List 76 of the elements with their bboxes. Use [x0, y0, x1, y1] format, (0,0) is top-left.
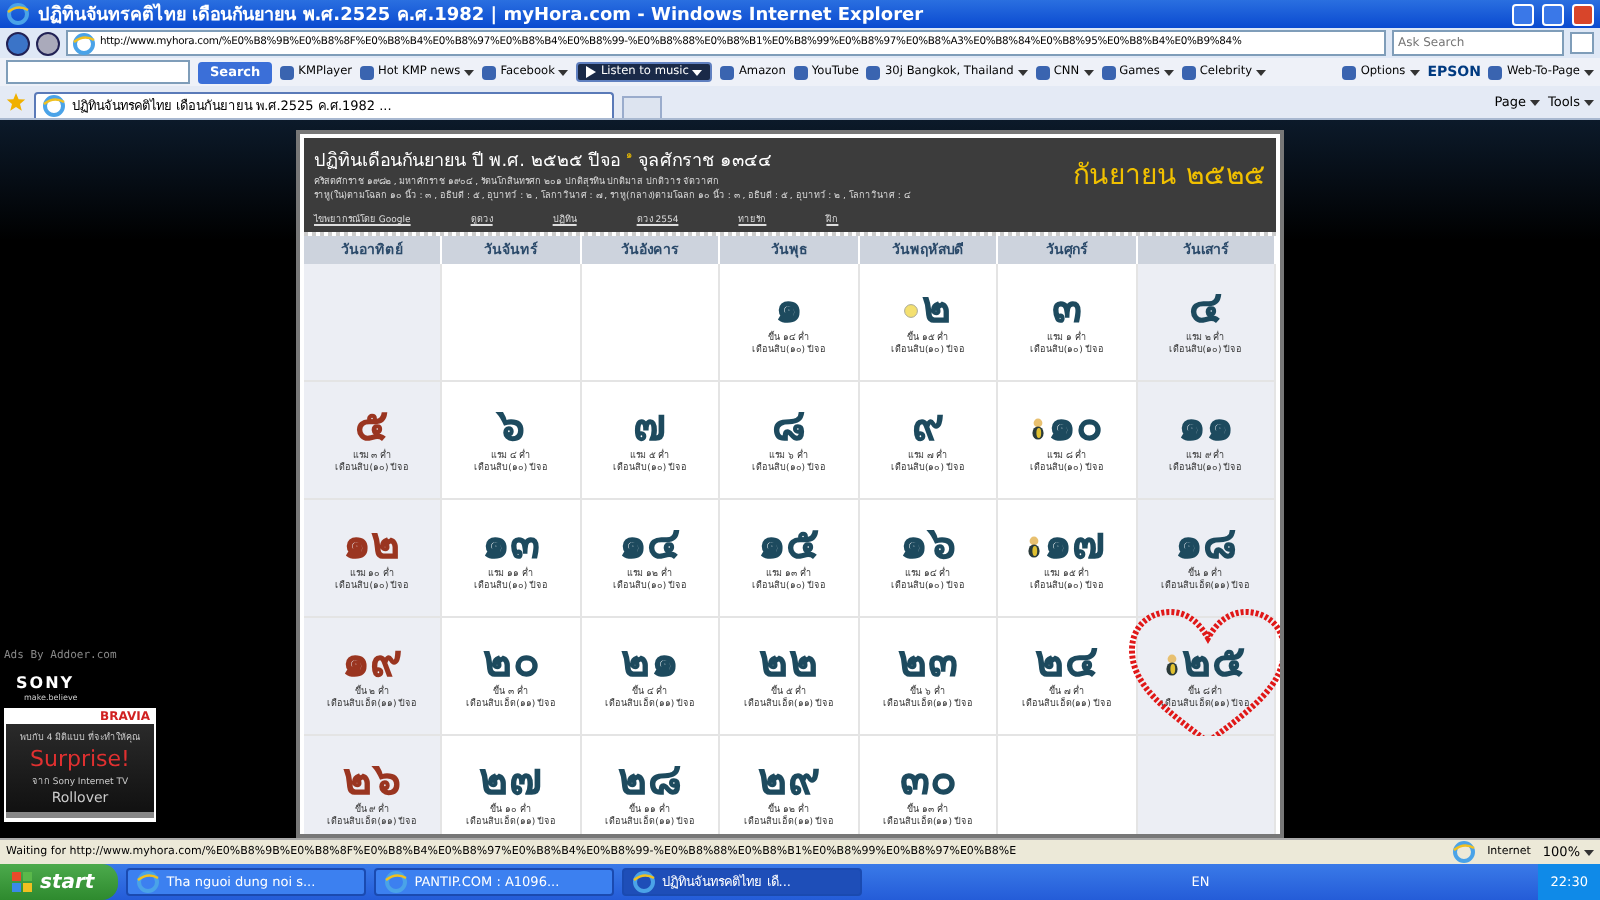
- day-number: ๒: [921, 286, 952, 334]
- day-number: ๒๔: [1034, 640, 1099, 688]
- star-icon[interactable]: [6, 92, 26, 112]
- day-number: ๙: [911, 404, 944, 452]
- caret-icon: [1083, 69, 1094, 75]
- day-number: ๑๒: [343, 522, 402, 570]
- app-icon: [280, 65, 295, 79]
- app-icon: [793, 65, 808, 79]
- day-number: ๒๘: [618, 758, 683, 806]
- play-icon: [586, 66, 597, 78]
- day-number: ๒๑: [621, 640, 680, 688]
- caret-icon: [1529, 99, 1540, 105]
- close-button[interactable]: [1572, 3, 1594, 25]
- calendar-title: ปฏิทินเดือนกันยายน ปี พ.ศ. ๒๕๒๕ ปีจอ $^{๑}$ จุลศักราช ๑๓๔๔: [314, 148, 774, 174]
- day-number: ๑๙: [342, 640, 403, 688]
- start-button[interactable]: start: [0, 864, 119, 900]
- page-icon: [42, 94, 66, 118]
- day-number: ๖: [497, 404, 526, 452]
- caret-icon: [1256, 69, 1267, 75]
- day-number: ๒๓: [897, 640, 958, 688]
- app-icon: [1342, 65, 1357, 79]
- toolbar-search-field[interactable]: [6, 60, 190, 84]
- day-number: ๑: [774, 286, 803, 334]
- caret-icon: [1163, 69, 1174, 75]
- search-button[interactable]: [1570, 32, 1594, 54]
- page-icon: [72, 31, 96, 55]
- caret-icon: [464, 69, 475, 75]
- brand-logo: SONY: [16, 674, 77, 692]
- app-icon: [1181, 65, 1196, 79]
- day-number: ๒๒: [758, 640, 819, 688]
- day-number: ๒๙: [757, 758, 820, 806]
- app-icon: [360, 65, 375, 79]
- caret-icon: [1584, 69, 1594, 75]
- month-title: กันยายน ๒๕๒๕: [1073, 158, 1266, 196]
- app-icon: [1101, 65, 1116, 79]
- day-number: ๑๐: [1047, 404, 1102, 452]
- app-icon: [866, 65, 881, 79]
- caret-icon: [1584, 99, 1594, 105]
- browser-icon: [136, 870, 161, 894]
- day-number: ๑๗: [1043, 522, 1106, 570]
- browser-icon: [6, 2, 30, 26]
- back-button[interactable]: [6, 31, 30, 55]
- day-number: ๕: [355, 404, 390, 452]
- ad-text: Surprise!: [28, 746, 132, 772]
- app-icon: [720, 65, 735, 79]
- caret-icon: [558, 69, 569, 75]
- day-number: ๑๔: [619, 522, 682, 570]
- caret-icon: [1409, 69, 1420, 75]
- day-number: ๒๐: [483, 640, 540, 688]
- day-number: ๓๐: [899, 758, 956, 806]
- caret-icon: [1017, 69, 1028, 75]
- day-number: ๑๓: [482, 522, 541, 570]
- windows-logo-icon: [12, 872, 32, 892]
- app-icon: [1488, 65, 1503, 79]
- globe-icon: [1451, 840, 1476, 864]
- app-icon: [1035, 65, 1050, 79]
- day-number: ๑๖: [899, 522, 956, 570]
- browser-icon: [384, 870, 409, 894]
- day-number: ๑๑: [1177, 404, 1234, 452]
- day-number: ๒๗: [479, 758, 544, 806]
- day-number: ๒๕: [1181, 640, 1246, 688]
- forward-button[interactable]: [36, 31, 60, 55]
- day-number: ๑๘: [1174, 522, 1237, 570]
- day-number: ๘: [771, 404, 806, 452]
- caret-icon: [1584, 849, 1594, 855]
- maximize-button[interactable]: [1542, 3, 1564, 25]
- browser-icon: [632, 870, 657, 894]
- day-number: ๔: [1188, 286, 1223, 334]
- window-title: ปฏิทินจันทรคติไทย เดือนกันยายน พ.ศ.2525 ค.ศ.1982 | myHora.com - Windows Internet Explorer: [38, 1, 926, 28]
- app-icon: [482, 65, 497, 79]
- day-number: ๓: [1051, 286, 1082, 334]
- day-number: ๒๖: [343, 758, 402, 806]
- caret-icon: [692, 69, 703, 75]
- minimize-button[interactable]: [1512, 3, 1534, 25]
- day-number: ๑๕: [757, 522, 820, 570]
- day-number: ๗: [633, 404, 668, 452]
